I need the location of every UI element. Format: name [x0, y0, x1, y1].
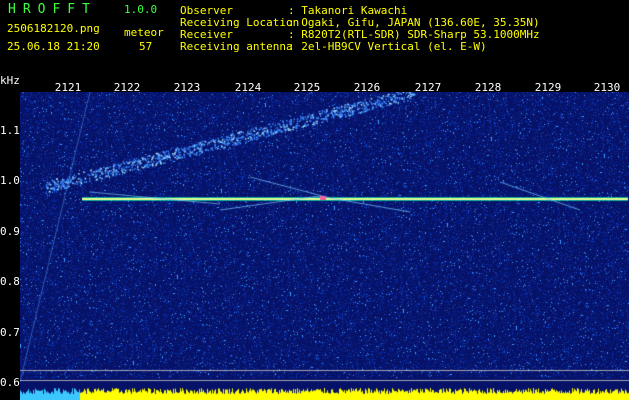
- app-version: 1.0.0: [124, 3, 158, 16]
- hrofft-screen: HROFFT 1.0.0 2506182120.png meteor 25.06…: [0, 0, 629, 400]
- meteor-count: 57: [139, 40, 153, 53]
- app-title: HROFFT: [8, 2, 97, 17]
- y-tick-label: 1.1: [0, 124, 20, 137]
- y-tick-label: 0.7: [0, 326, 20, 339]
- station-info-labels: Observer Receiving Location Receiver Rec…: [180, 4, 300, 53]
- meteor-label: meteor: [124, 26, 164, 39]
- y-tick-label: 0.8: [0, 275, 20, 288]
- y-tick-label: 0.6: [0, 376, 20, 389]
- filename: 2506182120.png: [7, 22, 100, 35]
- y-tick-label: 0.9: [0, 225, 20, 238]
- spectrogram: [20, 92, 629, 400]
- y-axis-unit: kHz: [0, 74, 20, 87]
- observation-datetime: 25.06.18 21:20: [7, 40, 100, 53]
- y-tick-label: 1.0: [0, 174, 20, 187]
- station-info-values: : Takanori Kawachi : Ogaki, Gifu, JAPAN …: [288, 4, 540, 53]
